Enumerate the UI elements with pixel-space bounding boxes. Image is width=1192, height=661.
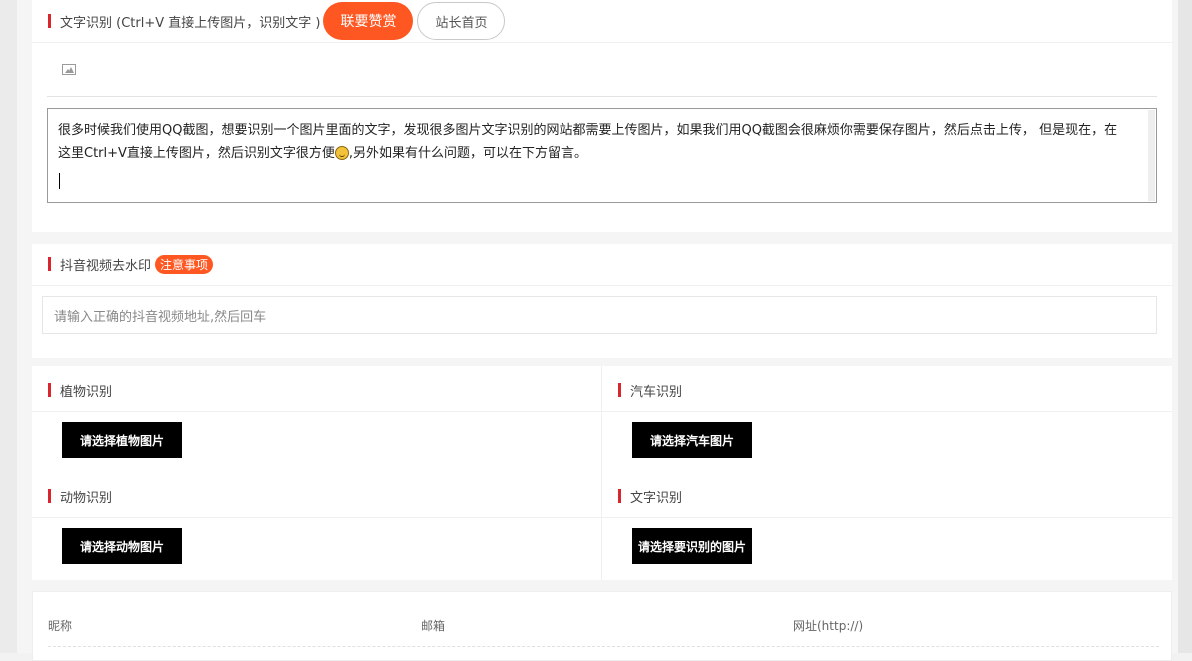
header-divider xyxy=(32,42,1172,43)
left-gutter xyxy=(0,0,17,653)
plant-upload-button[interactable]: 请选择植物图片 xyxy=(62,422,182,458)
text-recog-title: 文字识别 xyxy=(630,490,683,506)
nickname-field-line[interactable] xyxy=(48,646,1159,647)
douyin-divider xyxy=(32,285,1172,286)
recognition-card: 植物识别 汽车识别 请选择植物图片 请选择汽车图片 动物识别 文字识别 请选择动… xyxy=(32,366,1172,580)
plant-header: 植物识别 xyxy=(48,370,112,410)
main-content: 文字识别 (Ctrl+V 直接上传图片，识别文字 ) 联要赞赏 站长首页 很多时… xyxy=(17,0,1178,661)
url-label[interactable]: 网址(http://) xyxy=(793,617,863,634)
text-recog-header: 文字识别 xyxy=(618,476,682,516)
recognition-divider-2 xyxy=(32,517,1172,518)
ocr-text: 很多时候我们使用QQ截图，想要识别一个图片里面的文字，发现很多图片文字识别的网站… xyxy=(58,123,1118,161)
grin-emoji-icon xyxy=(334,146,349,160)
douyin-header: 抖音视频去水印 注意事项 xyxy=(48,244,214,284)
ocr-header: 文字识别 (Ctrl+V 直接上传图片，识别文字 ) 联要赞赏 站长首页 xyxy=(48,0,506,42)
column-divider xyxy=(601,366,602,580)
email-label[interactable]: 邮箱 xyxy=(421,617,445,634)
home-button[interactable]: 站长首页 xyxy=(417,2,506,40)
editor-scrollbar[interactable] xyxy=(1148,110,1155,201)
animal-title: 动物识别 xyxy=(60,490,113,506)
douyin-card: 抖音视频去水印 注意事项 请输入正确的抖音视频地址,然后回车 xyxy=(32,244,1172,358)
comment-form: 昵称 邮箱 网址(http://) xyxy=(32,591,1172,661)
section-marker xyxy=(48,383,51,397)
section-marker xyxy=(618,383,621,397)
right-gutter xyxy=(1178,0,1192,653)
plant-title: 植物识别 xyxy=(60,384,113,400)
donate-button[interactable]: 联要赞赏 xyxy=(323,2,414,40)
ocr-text-editor[interactable]: 很多时候我们使用QQ截图，想要识别一个图片里面的文字，发现很多图片文字识别的网站… xyxy=(47,108,1157,203)
douyin-url-input[interactable]: 请输入正确的抖音视频地址,然后回车 xyxy=(42,296,1157,334)
ocr-title: 文字识别 (Ctrl+V 直接上传图片，识别文字 ) xyxy=(60,15,321,31)
toolbar-divider xyxy=(47,96,1157,97)
section-marker xyxy=(618,489,621,503)
section-marker xyxy=(48,489,51,503)
douyin-placeholder: 请输入正确的抖音视频地址,然后回车 xyxy=(54,309,267,325)
recognition-divider-1 xyxy=(32,411,1172,412)
ocr-text-tail: ,另外如果有什么问题，可以在下方留言。 xyxy=(348,146,588,161)
animal-upload-button[interactable]: 请选择动物图片 xyxy=(62,528,182,564)
ocr-card: 文字识别 (Ctrl+V 直接上传图片，识别文字 ) 联要赞赏 站长首页 很多时… xyxy=(32,0,1172,232)
image-icon[interactable] xyxy=(62,64,76,75)
text-caret xyxy=(59,173,60,189)
car-upload-button[interactable]: 请选择汽车图片 xyxy=(632,422,752,458)
nickname-label[interactable]: 昵称 xyxy=(48,617,72,634)
car-header: 汽车识别 xyxy=(618,370,682,410)
section-marker xyxy=(48,257,51,271)
text-upload-button[interactable]: 请选择要识别的图片 xyxy=(632,528,752,564)
douyin-title: 抖音视频去水印 xyxy=(60,258,152,274)
section-marker xyxy=(48,14,51,28)
animal-header: 动物识别 xyxy=(48,476,112,516)
notice-badge[interactable]: 注意事项 xyxy=(155,254,214,274)
car-title: 汽车识别 xyxy=(630,384,683,400)
